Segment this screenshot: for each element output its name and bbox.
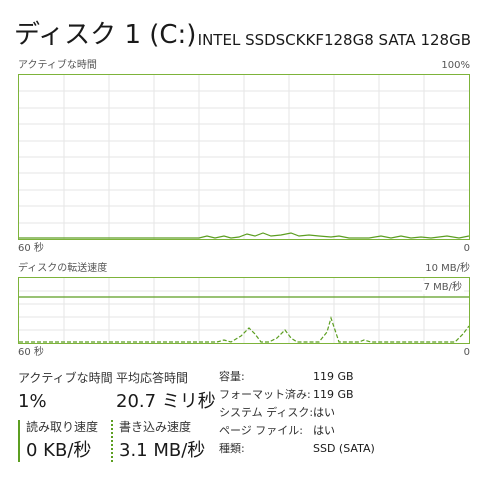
transfer-max-label: 10 MB/秒 (425, 263, 470, 274)
page-file-value: はい (313, 424, 335, 437)
active-time-time-label: 60 秒 (18, 243, 44, 254)
capacity-value: 119 GB (313, 370, 354, 383)
active-time-stat-value: 1% (18, 391, 47, 412)
transfer-min-label: 0 (463, 347, 470, 358)
disk-model: INTEL SSDSCKKF128G8 SATA 128GB (197, 31, 471, 49)
write-speed-indicator-bar (111, 420, 113, 462)
active-time-max-label: 100% (441, 60, 470, 71)
transfer-line-label: 7 MB/秒 (421, 281, 464, 294)
capacity-label: 容量: (219, 370, 245, 383)
write-speed-stat-label: 書き込み速度 (119, 420, 192, 434)
transfer-graph: 7 MB/秒 (18, 277, 470, 344)
formatted-value: 119 GB (313, 388, 354, 401)
read-speed-indicator-bar (18, 420, 20, 462)
transfer-graph-label: ディスクの転送速度 (18, 263, 108, 274)
page-file-label: ページ ファイル: (219, 424, 303, 437)
active-time-graph (18, 74, 470, 240)
active-time-graph-svg (19, 75, 469, 239)
transfer-time-label: 60 秒 (18, 347, 44, 358)
system-disk-value: はい (313, 406, 335, 419)
read-speed-stat-value: 0 KB/秒 (26, 440, 92, 461)
active-time-stat-label: アクティブな時間 (18, 371, 113, 385)
type-label: 種類: (219, 442, 245, 455)
response-time-stat-label: 平均応答時間 (116, 371, 189, 385)
disk-title: ディスク 1 (C:) (14, 20, 197, 50)
write-speed-stat-value: 3.1 MB/秒 (119, 440, 206, 461)
active-time-graph-label: アクティブな時間 (18, 60, 97, 71)
system-disk-label: システム ディスク: (219, 406, 314, 419)
response-time-stat-value: 20.7 ミリ秒 (116, 391, 216, 412)
read-speed-stat-label: 読み取り速度 (26, 420, 99, 434)
type-value: SSD (SATA) (313, 442, 375, 455)
active-time-min-label: 0 (463, 243, 470, 254)
transfer-graph-svg (19, 278, 469, 343)
formatted-label: フォーマット済み: (219, 388, 311, 401)
